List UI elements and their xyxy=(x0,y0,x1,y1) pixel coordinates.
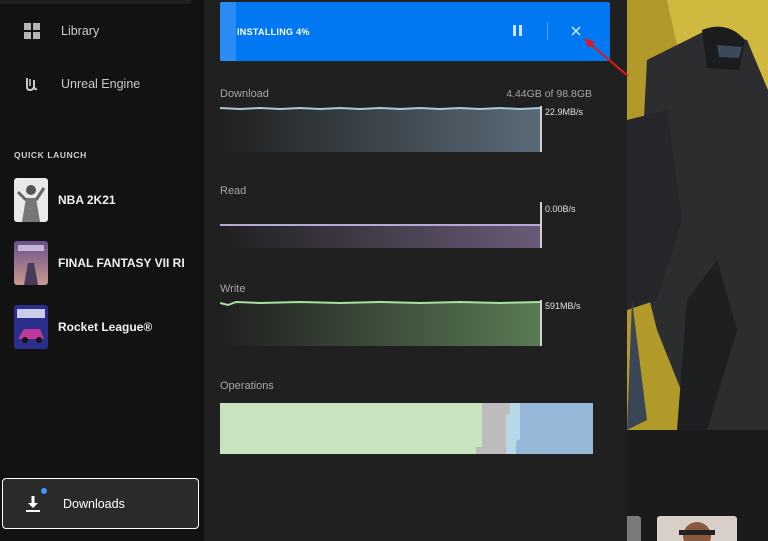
read-graph xyxy=(220,202,542,248)
game-artwork-background xyxy=(627,0,768,541)
download-graph xyxy=(220,106,542,152)
game-thumbnail xyxy=(14,241,48,285)
quick-launch-item-nba-2k21[interactable]: NBA 2K21 xyxy=(0,177,200,223)
downloads-button[interactable]: Downloads xyxy=(2,478,199,529)
pause-icon xyxy=(512,25,516,36)
sidebar-item-label: Unreal Engine xyxy=(61,77,141,91)
install-progress-fill xyxy=(220,2,236,61)
install-status-bar: INSTALLING 4% xyxy=(220,2,610,61)
download-details-panel: INSTALLING 4% Download 4.44GB of 98.8GB … xyxy=(204,0,627,541)
write-rate: 591MB/s xyxy=(545,301,581,311)
downloads-label: Downloads xyxy=(63,496,125,511)
grid-icon xyxy=(21,20,43,42)
read-label: Read xyxy=(220,185,247,197)
unreal-engine-logo-icon xyxy=(21,73,43,95)
download-size: 4.44GB of 98.8GB xyxy=(506,88,592,100)
quick-launch-item-final-fantasy-vii[interactable]: FINAL FANTASY VII REMAKE xyxy=(0,240,200,286)
sidebar-top-item[interactable] xyxy=(0,0,192,4)
sidebar: Library Unreal Engine QUICK LAUNCH NBA 2… xyxy=(0,0,204,541)
write-graph xyxy=(220,300,542,346)
download-rate: 22.9MB/s xyxy=(545,107,584,117)
quick-launch-label: Rocket League® xyxy=(58,320,153,334)
quick-launch-label: FINAL FANTASY VII REMAKE xyxy=(58,256,184,270)
close-icon xyxy=(571,26,581,36)
game-thumbnail xyxy=(14,305,48,349)
quick-launch-item-rocket-league[interactable]: Rocket League® xyxy=(0,304,200,350)
operations-label: Operations xyxy=(220,380,274,392)
install-status-text: INSTALLING 4% xyxy=(237,27,310,37)
quick-launch-label: NBA 2K21 xyxy=(58,193,116,207)
download-label: Download xyxy=(220,88,269,100)
sidebar-item-label: Library xyxy=(61,24,100,38)
divider xyxy=(547,22,548,40)
sidebar-item-library[interactable]: Library xyxy=(0,11,200,51)
download-arrow-icon xyxy=(23,487,47,514)
cancel-install-button[interactable] xyxy=(569,24,583,38)
write-label: Write xyxy=(220,283,246,295)
operations-graph xyxy=(220,403,593,454)
game-thumbnail xyxy=(14,178,48,222)
read-rate: 0.00B/s xyxy=(545,204,576,214)
sidebar-item-unreal-engine[interactable]: Unreal Engine xyxy=(0,64,200,104)
quick-launch-title: QUICK LAUNCH xyxy=(14,150,87,160)
notification-dot xyxy=(41,487,47,494)
pause-button[interactable] xyxy=(510,24,524,38)
